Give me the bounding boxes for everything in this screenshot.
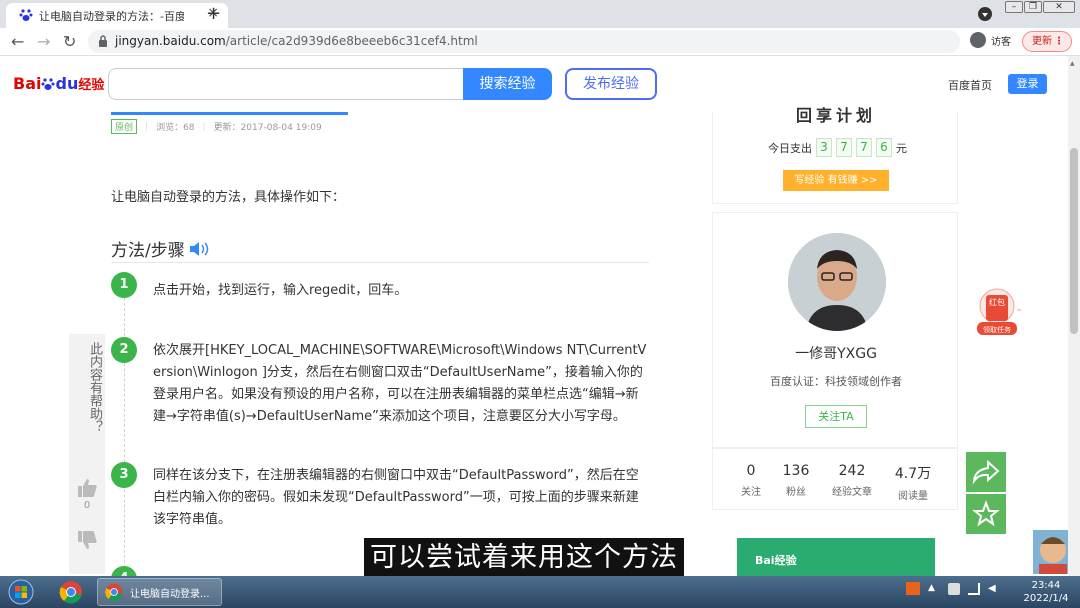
tab-title: 让电脑自动登录的方法：-百度经验 [39,10,184,23]
vertical-scrollbar[interactable]: ▲ [1068,56,1080,576]
address-bar: ← → ↻ jingyan.baidu.com/article/ca2d939d… [0,28,1080,56]
new-tab-icon[interactable]: + [206,3,221,24]
original-badge: 原创 [111,119,138,134]
back-icon[interactable]: ← [11,32,24,51]
taskbar-chrome-window[interactable]: 让电脑自动登录... [97,578,222,606]
method-heading: 方法/步骤 [111,236,210,261]
stat-fans[interactable]: 136 粉丝 [766,463,826,498]
menu-dots-icon: ⋮ [1054,36,1064,47]
today-spend: 今日支出 3 7 7 6 元 [768,138,907,157]
step-number: 2 [111,337,137,363]
update-time: 更新：2017-08-04 19:09 [213,123,322,133]
publish-button[interactable]: 发布经验 [565,68,657,100]
jingyan-banner[interactable]: Bai经验 [737,538,935,576]
redbag-label: 红包 [989,297,1005,307]
network-icon[interactable] [968,582,980,595]
stat-reads: 4.7万 阅读量 [894,466,932,502]
update-button[interactable]: 更新 ⋮ [1022,31,1072,52]
mascot-image[interactable] [1033,530,1073,574]
profile-avatar-icon [970,32,986,48]
baidu-paw-icon [19,9,33,21]
article-intro: 让电脑自动登录的方法，具体操作如下： [111,190,346,205]
help-question: 此内容有帮助？ [87,342,102,433]
search-button[interactable]: 搜索经验 [463,68,552,100]
login-button[interactable]: 登录 [1008,74,1047,94]
url-text: jingyan.baidu.com/article/ca2d939d6e8bee… [115,34,478,48]
step-number: 1 [111,272,137,298]
write-experience-button[interactable]: 写经验 有钱赚 >> [783,170,889,191]
scrollbar-thumb[interactable] [1070,148,1078,334]
lock-icon [99,35,107,47]
redbag-task: 领取任务 [983,325,1011,334]
close-window-icon[interactable]: ✕ [1043,1,1075,13]
author-name[interactable]: 一修哥YXGG [713,343,959,363]
browser-tab[interactable]: 让电脑自动登录的方法：-百度经验 × [6,3,228,28]
scroll-up-icon[interactable]: ▲ [1070,60,1075,67]
star-icon [972,500,1000,527]
spend-digit: 7 [856,138,872,157]
security-icon[interactable] [948,582,960,595]
step-text: 点击开始，找到运行，输入regedit，回车。 [153,283,408,298]
reload-icon[interactable]: ↻ [63,32,76,51]
browser-tab-strip: 让电脑自动登录的方法：-百度经验 × + – ❐ ✕ [0,0,1080,28]
system-tray: ▲ ◀ [906,582,1000,595]
like-count: 0 [83,500,91,511]
spend-digit: 7 [836,138,852,157]
speaker-icon[interactable] [188,241,210,257]
video-subtitle: 可以尝试着来用这个方法 [364,538,684,578]
author-certification: 百度认证：科技领域创作者 [770,375,902,388]
author-stats: 0 关注 136 粉丝 242 经验文章 4.7万 阅读量 [712,448,958,510]
baidu-home-link[interactable]: 百度首页 [948,77,992,93]
method-divider [111,262,649,263]
thumbs-up-icon[interactable] [77,478,97,498]
article-meta: 原创 | 浏览：68 | 更新：2017-08-04 19:09 [111,119,322,134]
author-card: 一修哥YXGG 百度认证：科技领域创作者 关注TA [712,212,958,448]
author-avatar[interactable] [788,233,886,331]
red-packet-icon[interactable]: 红包 领取任务 [973,286,1021,338]
spend-digit: 3 [816,138,832,157]
search-input[interactable] [108,68,464,100]
chrome-icon [105,583,123,601]
step-number: 3 [111,462,137,488]
baidu-jingyan-logo[interactable]: Bai du经验 [13,74,104,93]
url-field[interactable]: jingyan.baidu.com/article/ca2d939d6e8bee… [88,30,960,53]
spend-digit: 6 [876,138,892,157]
share-button[interactable] [966,452,1006,492]
tray-expand-icon[interactable]: ▲ [928,583,940,595]
plan-title: 回享计划 [795,106,876,125]
input-method-icon[interactable] [906,582,920,595]
stat-articles[interactable]: 242 经验文章 [822,463,882,498]
thumbs-down-icon[interactable] [77,530,97,550]
chrome-icon[interactable] [58,579,84,605]
windows-taskbar: 让电脑自动登录... ▲ ◀ 23:44 2022/1/4 [0,576,1080,608]
step-text: 依次展开[HKEY_LOCAL_MACHINE\SOFTWARE\Microso… [153,343,647,424]
follow-button[interactable]: 关注TA [805,405,867,428]
step-text: 同样在该分支下，在注册表编辑器的右侧窗口中双击“DefaultPassword”… [153,468,639,527]
volume-icon[interactable]: ◀ [988,583,1000,595]
restore-icon[interactable]: ❐ [1024,1,1042,13]
help-feedback-bar: 此内容有帮助？ 0 [69,334,105,574]
profile-button[interactable]: 访客 [970,32,1011,48]
start-button-icon[interactable] [6,579,36,605]
minimize-icon[interactable]: – [1005,1,1023,13]
reward-plan-card: 回享计划 今日支出 3 7 7 6 元 写经验 有钱赚 >> [712,106,958,204]
view-count: 浏览：68 [156,123,195,133]
tab-search-icon[interactable] [978,7,992,21]
baidu-paw-icon [41,78,55,90]
taskbar-clock[interactable]: 23:44 2022/1/4 [1018,579,1074,605]
share-icon [972,459,1000,485]
favorite-button[interactable] [966,494,1006,534]
title-underline [111,112,348,115]
forward-icon[interactable]: → [37,32,50,51]
